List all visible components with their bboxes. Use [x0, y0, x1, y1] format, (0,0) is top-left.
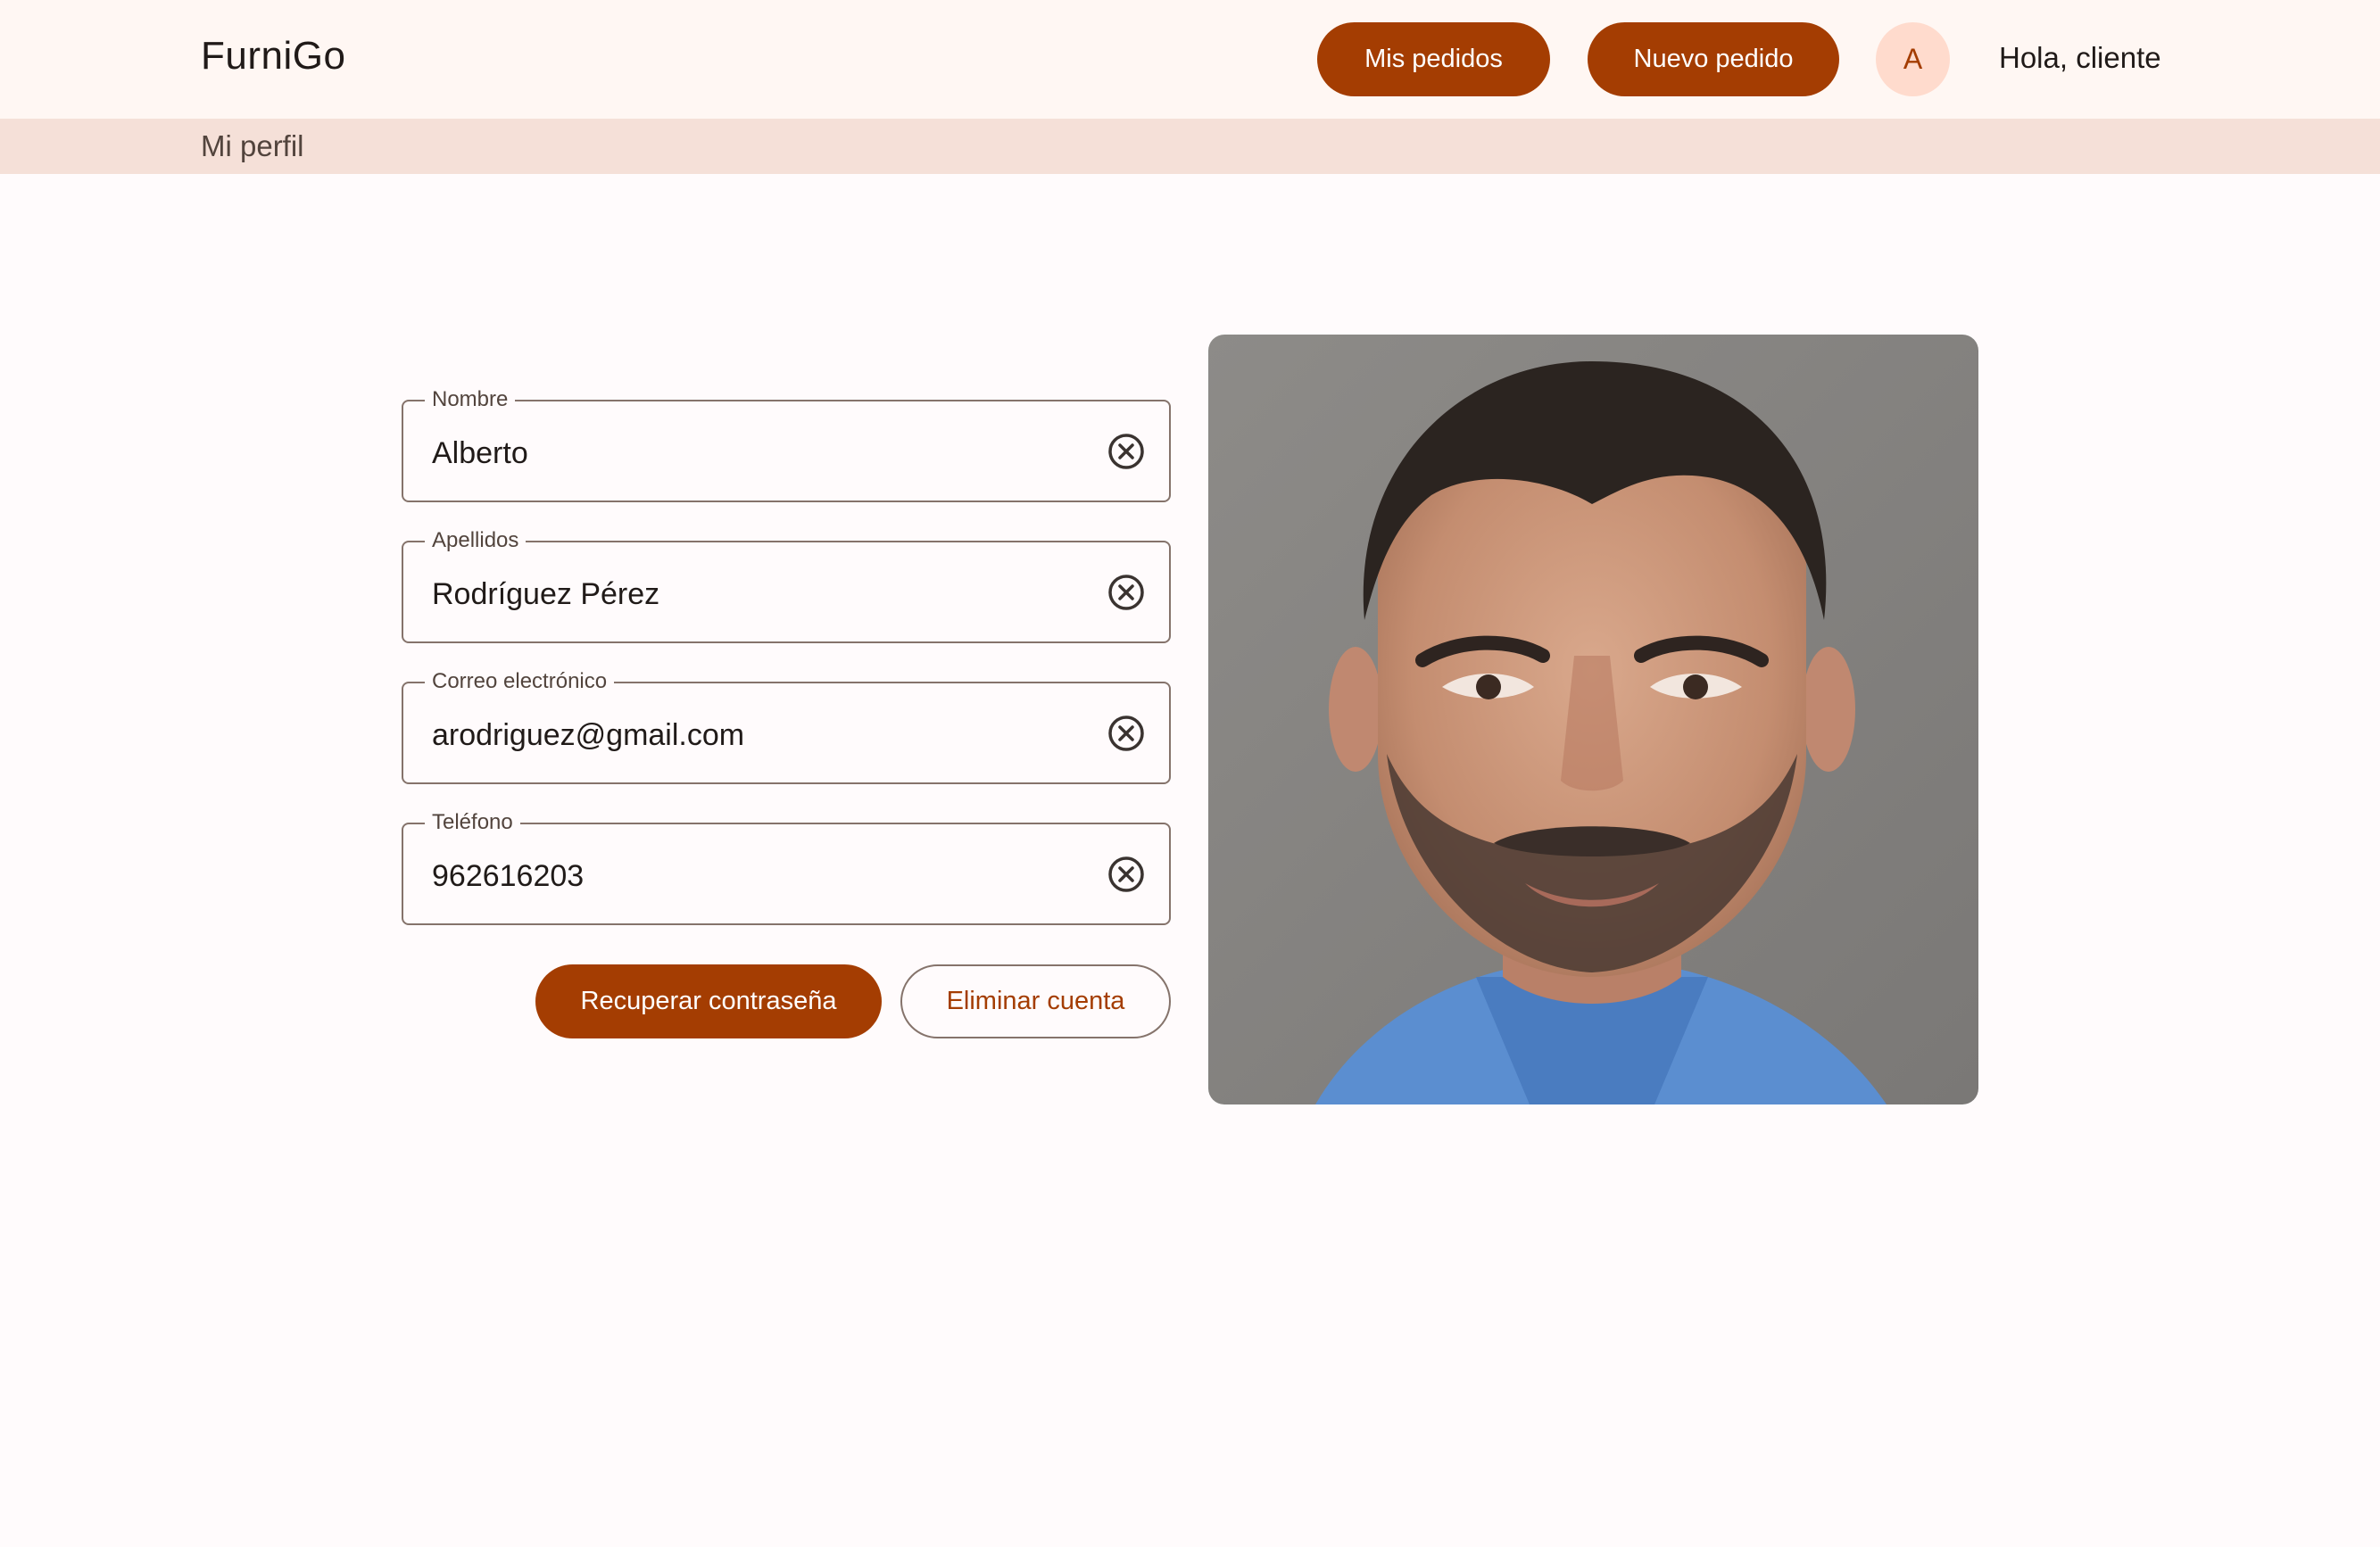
email-value[interactable]: arodriguez@gmail.com	[432, 717, 744, 753]
close-circle-icon[interactable]	[1107, 573, 1146, 612]
avatar[interactable]: A	[1876, 22, 1950, 96]
phone-field[interactable]: Teléfono 962616203	[402, 809, 1171, 925]
close-circle-icon[interactable]	[1107, 714, 1146, 753]
page-title: Mi perfil	[201, 129, 304, 162]
top-app-bar: FurniGo Mis pedidos Nuevo pedido A Hola,…	[0, 0, 2380, 119]
profile-photo-illustration	[1208, 335, 1978, 1104]
page-header: Mi perfil	[0, 119, 2380, 174]
first-name-field[interactable]: Nombre Alberto	[402, 386, 1171, 502]
email-label: Correo electrónico	[425, 668, 615, 695]
user-greeting: Hola, cliente	[1999, 41, 2161, 74]
last-name-field[interactable]: Apellidos Rodríguez Pérez	[402, 527, 1171, 643]
close-circle-icon[interactable]	[1107, 855, 1146, 894]
profile-photo	[1208, 335, 1978, 1104]
delete-account-button[interactable]: Eliminar cuenta	[900, 964, 1171, 1038]
close-circle-icon[interactable]	[1107, 432, 1146, 471]
recover-password-button[interactable]: Recuperar contraseña	[535, 964, 882, 1038]
brand-logo[interactable]: FurniGo	[201, 34, 345, 79]
phone-value[interactable]: 962616203	[432, 858, 584, 894]
first-name-label: Nombre	[425, 386, 516, 413]
email-field[interactable]: Correo electrónico arodriguez@gmail.com	[402, 668, 1171, 784]
last-name-value[interactable]: Rodríguez Pérez	[432, 576, 659, 612]
first-name-value[interactable]: Alberto	[432, 435, 528, 471]
last-name-label: Apellidos	[425, 527, 527, 554]
new-order-button[interactable]: Nuevo pedido	[1588, 22, 1839, 96]
phone-label: Teléfono	[425, 809, 520, 836]
my-orders-button[interactable]: Mis pedidos	[1317, 22, 1550, 96]
